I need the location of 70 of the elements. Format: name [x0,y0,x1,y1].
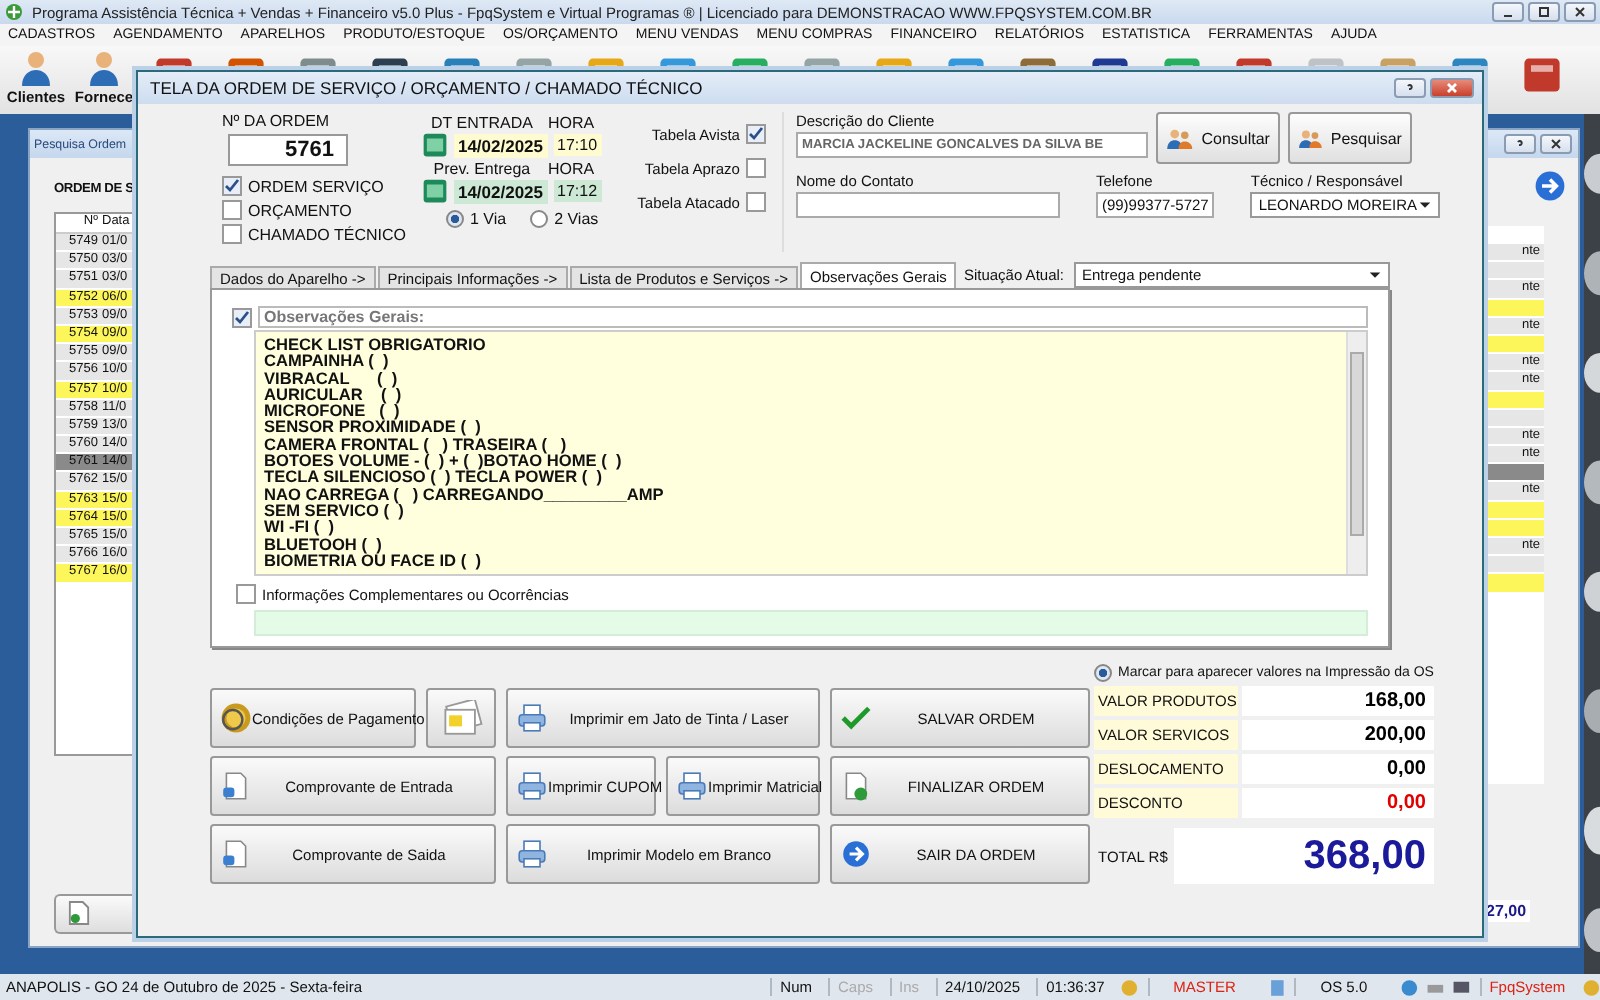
order-type-checkbox[interactable]: ORDEM SERVIÇO [222,174,406,198]
note-line: TECLA SILENCIOSO ( ) TECLA POWER ( ) [264,468,603,486]
calendar-icon[interactable] [421,132,448,158]
note-line: SEM SERVICO ( ) [264,501,406,519]
note-line: MICROFONE ( ) [264,402,400,419]
field-label: DT ENTRADA [428,113,535,131]
check-icon [224,178,240,194]
action-button[interactable] [54,894,138,934]
contact-field[interactable] [795,192,1060,218]
order-type-checkbox[interactable]: CHAMADO TÉCNICO [222,222,406,246]
coin-icon [220,702,252,734]
maximize-button[interactable] [1528,2,1560,22]
person-icon [84,48,124,88]
notes-label: Observações Gerais: [258,306,1368,328]
field-label: HORA [547,113,595,131]
value-field: 0,00 [1242,754,1434,784]
close-icon [1546,136,1566,152]
check-icon [840,702,872,734]
search-client-button[interactable]: Consultar [1155,112,1280,164]
note-line: CAMERA FRONTAL ( ) TRASEIRA ( ) [264,435,569,453]
table-row[interactable] [1484,464,1544,483]
dropdown-arrow-icon [1417,200,1432,210]
notes-checkbox[interactable] [232,307,252,327]
scrollbar[interactable] [1346,332,1366,574]
field-label: Nº DA ORDEM [222,112,332,130]
note-line: AURICULAR ( ) [264,385,404,403]
date-field[interactable]: 14/02/2025 [453,133,548,157]
check-icon [747,126,764,142]
note-line: BLUETOOH ( ) [264,535,384,552]
close-icon [1570,4,1590,20]
close-icon [1442,80,1462,96]
globe-icon [1399,977,1418,997]
time-field[interactable]: 17:10 [553,134,602,156]
window-title: TELA DA ORDEM DE SERVIÇO / ORÇAMENTO / CHAMADO TÉCNICO [150,78,703,98]
order-number-field[interactable]: 5761 [228,134,348,166]
note-line: BIOMETRIA OU FACE ID ( ) [264,551,483,569]
value-field: 0,00 [1242,788,1434,818]
search-client-button[interactable]: Pesquisar [1287,112,1412,164]
value-field: 200,00 [1242,720,1434,750]
dropdown-arrow-icon [1368,270,1382,280]
notes-text-area[interactable] [254,330,1368,576]
copies-radio[interactable]: 2 Vias [530,210,599,228]
note-line: BOTOES VOLUME - ( ) + ( )BOTAO HOME ( ) [264,452,624,469]
help-button[interactable] [1394,78,1426,98]
note-line: VIBRACAL ( ) [264,369,400,386]
maximize-icon [1534,4,1554,20]
help-button[interactable] [1504,134,1536,154]
time-field[interactable]: 17:12 [553,180,602,202]
date-field[interactable]: 14/02/2025 [453,179,548,203]
note-line: NAO CARREGA ( ) CARREGANDO_________AMP [264,485,666,502]
note-line: CHECK LIST OBRIGATORIO [264,336,488,353]
receipt-button[interactable] [426,688,496,748]
check-icon [234,309,250,325]
person-icon [16,48,56,88]
calendar-icon[interactable] [421,178,448,204]
close-button[interactable] [1564,2,1596,22]
app-icon [4,2,24,22]
minimize-button[interactable] [1492,2,1524,22]
close-button[interactable] [1540,134,1572,154]
copies-radio[interactable]: 1 Via [445,210,507,228]
value-field: 168,00 [1242,686,1434,716]
scrollbar-thumb[interactable] [1350,352,1364,536]
extra-info-field[interactable] [254,610,1368,636]
note-line: WI -FI ( ) [264,518,335,536]
note-line: SENSOR PROXIMIDADE ( ) [264,418,483,436]
order-type-checkbox[interactable]: ORÇAMENTO [222,198,406,222]
total-value: 368,00 [1174,828,1434,884]
field-label: Prev. Entrega [431,159,533,177]
note-line: CAMPAINHA ( ) [264,352,389,370]
field-label: HORA [547,159,595,177]
